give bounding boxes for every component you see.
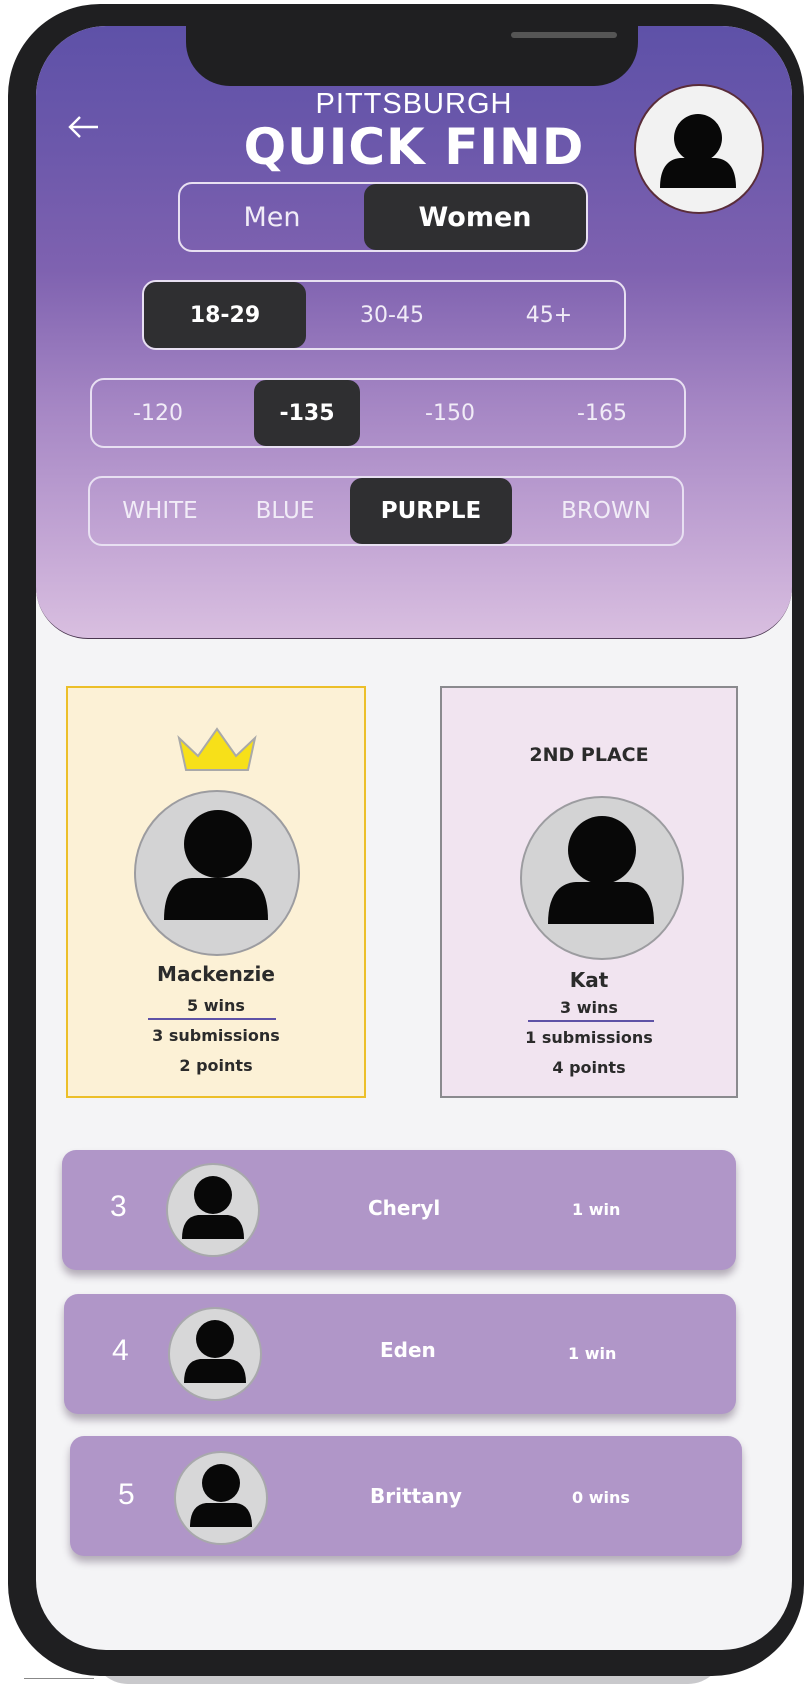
filter-header: PITTSBURGH QUICK FIND Men Women 18-29 30… <box>36 26 792 639</box>
tab-men[interactable]: Men <box>180 184 364 250</box>
first-place-wins: 5 wins <box>187 996 245 1015</box>
ranking-wins: 1 win <box>568 1344 617 1363</box>
divider <box>528 1020 654 1022</box>
first-place-avatar <box>134 790 300 956</box>
rank-number: 4 <box>112 1334 129 1367</box>
speaker-grille <box>511 32 617 38</box>
second-place-avatar <box>520 796 684 960</box>
profile-avatar-icon[interactable] <box>634 84 764 214</box>
rank-number: 3 <box>110 1190 127 1223</box>
weight-selector: -120 -135 -150 -165 <box>90 378 686 448</box>
first-place-card[interactable]: Mackenzie 5 wins 3 submissions 2 points <box>66 686 366 1098</box>
first-place-submissions: 3 submissions <box>152 1026 280 1045</box>
tab-age-18-29[interactable]: 18-29 <box>144 282 306 348</box>
tab-weight-120[interactable]: -120 <box>100 380 216 446</box>
divider <box>24 1678 94 1679</box>
ranking-wins: 0 wins <box>572 1488 630 1507</box>
page-title: QUICK FIND <box>243 118 585 176</box>
ranking-row[interactable]: 5 Brittany 0 wins <box>70 1436 742 1556</box>
phone-notch <box>186 26 638 86</box>
user-avatar-icon <box>168 1307 262 1401</box>
ranking-name: Eden <box>380 1338 436 1362</box>
crown-icon <box>176 726 258 778</box>
tab-age-45-plus[interactable]: 45+ <box>484 282 614 348</box>
gender-selector: Men Women <box>178 182 588 252</box>
ranking-name: Brittany <box>370 1484 462 1508</box>
second-place-name: Kat <box>569 968 609 992</box>
first-place-name: Mackenzie <box>157 962 275 986</box>
city-label: PITTSBURGH <box>315 88 513 120</box>
first-place-points: 2 points <box>179 1056 253 1075</box>
second-place-wins: 3 wins <box>560 998 618 1017</box>
belt-selector: WHITE BLUE PURPLE BROWN <box>88 476 684 546</box>
back-arrow-icon[interactable] <box>64 102 114 152</box>
second-place-card[interactable]: 2ND PLACE Kat 3 wins 1 submissions 4 poi… <box>440 686 738 1098</box>
tab-belt-purple[interactable]: PURPLE <box>350 478 512 544</box>
tab-belt-blue[interactable]: BLUE <box>230 478 340 544</box>
ranking-row[interactable]: 3 Cheryl 1 win <box>62 1150 736 1270</box>
ranking-wins: 1 win <box>572 1200 621 1219</box>
age-selector: 18-29 30-45 45+ <box>142 280 626 350</box>
tab-weight-135[interactable]: -135 <box>254 380 360 446</box>
second-place-label: 2ND PLACE <box>529 744 649 766</box>
tab-weight-150[interactable]: -150 <box>390 380 510 446</box>
ranking-row[interactable]: 4 Eden 1 win <box>64 1294 736 1414</box>
user-avatar-icon <box>166 1163 260 1257</box>
divider <box>148 1018 276 1020</box>
user-avatar-icon <box>174 1451 268 1545</box>
second-place-submissions: 1 submissions <box>525 1028 653 1047</box>
tab-weight-165[interactable]: -165 <box>542 380 662 446</box>
phone-frame: PITTSBURGH QUICK FIND Men Women 18-29 30… <box>8 4 804 1676</box>
ranking-name: Cheryl <box>368 1196 441 1220</box>
tab-women[interactable]: Women <box>364 184 586 250</box>
app-screen: PITTSBURGH QUICK FIND Men Women 18-29 30… <box>36 26 792 1650</box>
tab-belt-brown[interactable]: BROWN <box>536 478 676 544</box>
second-place-points: 4 points <box>552 1058 626 1077</box>
tab-belt-white[interactable]: WHITE <box>102 478 218 544</box>
tab-age-30-45[interactable]: 30-45 <box>322 282 462 348</box>
rank-number: 5 <box>118 1478 135 1511</box>
